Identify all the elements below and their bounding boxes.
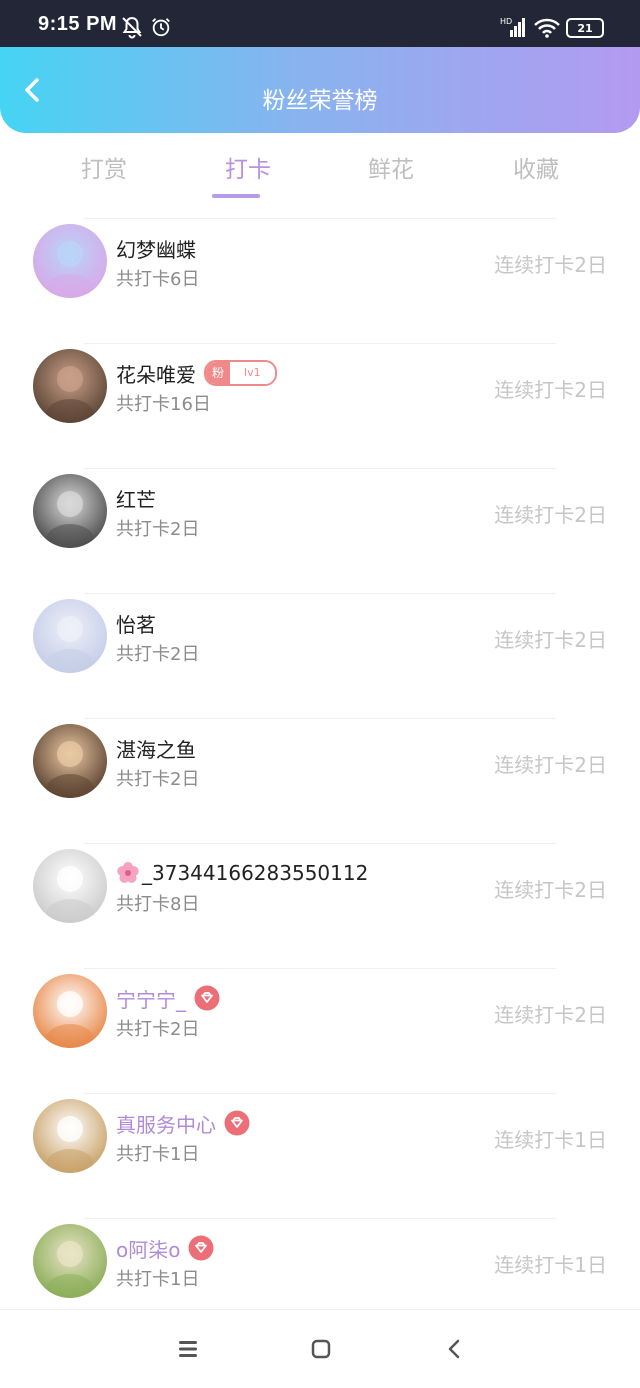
total-checkin-count: 共打卡6日	[116, 269, 200, 290]
name-line: 真服务中心	[116, 1109, 250, 1137]
nav-back-icon[interactable]	[444, 1338, 466, 1360]
fan-name: _37344166283550112	[142, 861, 369, 885]
fan-name: 湛海之鱼	[116, 737, 196, 762]
row-divider	[84, 468, 556, 469]
fan-badge-level: lv1	[230, 362, 275, 384]
total-checkin-count: 共打卡16日	[116, 394, 211, 415]
row-divider	[84, 218, 556, 219]
checkin-streak: 连续打卡1日	[494, 1128, 607, 1152]
tab-checkin-label: 打卡	[225, 157, 271, 183]
fan-ranking-list: 幻梦幽蝶 共打卡6日 连续打卡2日 花朵唯爱粉 lv1 共打卡16日 连续打卡2日 红芒 共打卡…	[0, 218, 640, 1343]
checkin-streak: 连续打卡2日	[494, 503, 607, 527]
checkin-streak: 连续打卡2日	[494, 378, 607, 402]
row-divider	[84, 343, 556, 344]
total-checkin-count: 共打卡2日	[116, 644, 200, 665]
avatar[interactable]	[33, 724, 107, 798]
checkin-streak: 连续打卡2日	[494, 253, 607, 277]
name-line: _37344166283550112	[116, 859, 368, 887]
total-checkin-count: 共打卡2日	[116, 519, 200, 540]
tab-active-indicator	[212, 194, 260, 198]
fan-name: o阿柒o	[116, 1237, 181, 1262]
name-line: 红芒	[116, 484, 156, 512]
total-checkin-count: 共打卡1日	[116, 1269, 200, 1290]
battery-level: 21	[577, 21, 593, 35]
checkin-streak: 连续打卡1日	[494, 1253, 607, 1277]
total-checkin-count: 共打卡2日	[116, 1019, 200, 1040]
row-divider	[84, 718, 556, 719]
header-bar: 粉丝荣誉榜	[0, 47, 640, 133]
name-line: 幻梦幽蝶	[116, 234, 196, 262]
fan-badge-label: 粉	[206, 362, 231, 384]
fan-list-item[interactable]: 红芒共打卡2日 连续打卡2日	[0, 468, 640, 593]
fan-list-item[interactable]: 真服务中心共打卡1日 连续打卡1日	[0, 1093, 640, 1218]
avatar[interactable]	[33, 849, 107, 923]
avatar[interactable]	[33, 974, 107, 1048]
wifi-icon	[534, 18, 560, 38]
fan-list-item[interactable]: 幻梦幽蝶共打卡6日 连续打卡2日	[0, 218, 640, 343]
name-line: o阿柒o	[116, 1234, 214, 1262]
status-time: 9:15 PM	[38, 13, 118, 35]
avatar[interactable]	[33, 474, 107, 548]
checkin-streak: 连续打卡2日	[494, 753, 607, 777]
fan-name: 花朵唯爱	[116, 362, 196, 387]
fan-list-item[interactable]: 花朵唯爱粉 lv1 共打卡16日 连续打卡2日	[0, 343, 640, 468]
fan-level-badge: 粉 lv1	[204, 360, 277, 386]
checkin-streak: 连续打卡2日	[494, 878, 607, 902]
avatar[interactable]	[33, 599, 107, 673]
tab-bar: 打赏 打卡 鲜花 收藏	[0, 150, 640, 205]
row-divider	[84, 843, 556, 844]
svg-text:HD: HD	[500, 17, 512, 26]
diamond-badge-icon	[194, 985, 220, 1011]
fan-list-item[interactable]: 湛海之鱼共打卡2日 连续打卡2日	[0, 718, 640, 843]
fan-list-item[interactable]: 宁宁宁_ 共打卡2日 连续打卡2日	[0, 968, 640, 1093]
diamond-badge-icon	[188, 1235, 214, 1261]
tab-reward[interactable]: 打赏	[44, 150, 164, 184]
row-divider	[84, 968, 556, 969]
avatar[interactable]	[33, 1099, 107, 1173]
fan-list-item[interactable]: 怡茗共打卡2日 连续打卡2日	[0, 593, 640, 718]
total-checkin-count: 共打卡8日	[116, 894, 200, 915]
fan-name: 宁宁宁_	[116, 987, 186, 1012]
avatar[interactable]	[33, 224, 107, 298]
total-checkin-count: 共打卡1日	[116, 1144, 200, 1165]
name-line: 花朵唯爱粉 lv1	[116, 359, 277, 387]
status-bar: 9:15 PM HD 21	[0, 0, 640, 47]
avatar[interactable]	[33, 349, 107, 423]
row-divider	[84, 1093, 556, 1094]
total-checkin-count: 共打卡2日	[116, 769, 200, 790]
tab-favorites[interactable]: 收藏	[476, 150, 596, 184]
fan-name: 红芒	[116, 487, 156, 512]
home-square-icon[interactable]	[310, 1338, 332, 1360]
row-divider	[84, 593, 556, 594]
checkin-streak: 连续打卡2日	[494, 1003, 607, 1027]
row-divider	[84, 1218, 556, 1219]
avatar[interactable]	[33, 1224, 107, 1298]
alarm-icon	[152, 18, 170, 37]
bell-muted-icon	[122, 16, 142, 39]
fan-list-item[interactable]: _37344166283550112 共打卡8日 连续打卡2日	[0, 843, 640, 968]
battery-icon: 21	[566, 18, 604, 38]
name-line: 怡茗	[116, 609, 156, 637]
system-nav-bar	[0, 1309, 640, 1388]
menu-icon[interactable]	[177, 1338, 199, 1360]
name-line: 湛海之鱼	[116, 734, 196, 762]
tab-checkin[interactable]: 打卡	[188, 150, 308, 198]
signal-icon: HD	[500, 17, 525, 37]
tab-flowers[interactable]: 鲜花	[331, 150, 451, 184]
fan-name: 怡茗	[116, 612, 156, 637]
checkin-streak: 连续打卡2日	[494, 628, 607, 652]
page-title: 粉丝荣誉榜	[262, 88, 378, 114]
fan-name: 真服务中心	[116, 1112, 216, 1137]
name-line: 宁宁宁_	[116, 984, 220, 1012]
cherry-blossom-icon	[117, 862, 139, 883]
diamond-badge-icon	[224, 1110, 250, 1136]
fan-name: 幻梦幽蝶	[116, 237, 196, 262]
